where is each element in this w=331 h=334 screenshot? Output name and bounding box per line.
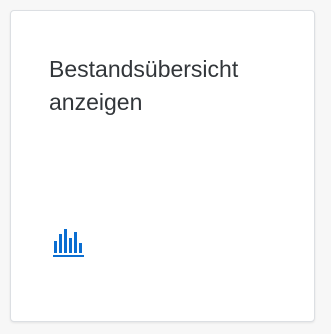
tile-title-line-2: anzeigen	[49, 89, 143, 115]
tile-title: Bestandsübersicht anzeigen	[49, 53, 299, 119]
app-tile-stock-overview[interactable]: Bestandsübersicht anzeigen	[10, 10, 315, 322]
bar-chart-icon	[53, 229, 84, 257]
tile-title-line-1: Bestandsübersicht	[49, 56, 239, 82]
